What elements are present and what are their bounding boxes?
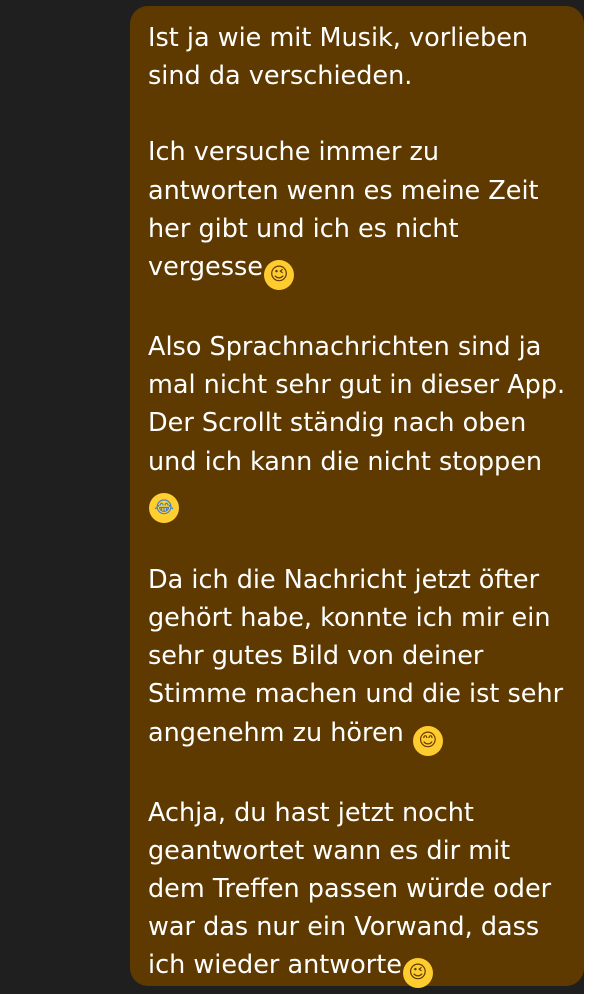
wink-emoji-icon: 😉 (263, 260, 294, 291)
smiling-emoji-icon: 😊 (412, 725, 443, 756)
message-line: sind da verschieden. (148, 61, 413, 92)
message-paragraph-2: Ich versuche immer zu antworten wenn es … (148, 133, 566, 291)
message-line: vergesse (148, 252, 263, 283)
message-paragraph-4: Da ich die Nachricht jetzt öfter gehört … (148, 561, 566, 756)
message-line: Ich versuche immer zu (148, 137, 440, 168)
message-line: Also Sprachnachrichten sind ja (148, 332, 542, 363)
message-line: Da ich die Nachricht jetzt öfter (148, 564, 540, 595)
message-line: Achja, du hast jetzt nocht (148, 797, 474, 828)
message-paragraph-5: Achja, du hast jetzt nocht geantwortet w… (148, 794, 566, 989)
message-line: geantwortet wann es dir mit (148, 835, 511, 866)
message-line: angenehm zu hören (148, 717, 412, 748)
message-paragraph-1: Ist ja wie mit Musik, vorlieben sind da … (148, 19, 566, 95)
message-line: gehört habe, konnte ich mir ein (148, 603, 551, 634)
message-paragraph-3: Also Sprachnachrichten sind ja mal nicht… (148, 328, 566, 523)
message-line: antworten wenn es meine Zeit (148, 175, 539, 206)
incoming-message-bubble[interactable]: Ist ja wie mit Musik, vorlieben sind da … (130, 6, 584, 989)
message-line: und ich kann die nicht stoppen (148, 446, 543, 477)
wink-emoji-icon: 😉 (402, 958, 433, 989)
message-line: dem Treffen passen würde oder (148, 874, 552, 905)
message-line: her gibt und ich es nicht (148, 213, 459, 244)
message-line: ich wieder antworte (148, 950, 402, 981)
message-line: Der Scrollt ständig nach oben (148, 408, 527, 439)
tears-of-joy-emoji-icon: 😂 (149, 492, 179, 523)
chat-screen: Ist ja wie mit Musik, vorlieben sind da … (0, 0, 600, 994)
message-line: Ist ja wie mit Musik, vorlieben (148, 23, 529, 53)
message-line: Stimme machen und die ist sehr (148, 679, 564, 710)
message-line: sehr gutes Bild von deiner (148, 641, 484, 672)
message-line: mal nicht sehr gut in dieser App. (148, 370, 566, 401)
message-line: war das nur ein Vorwand, dass (148, 912, 540, 943)
